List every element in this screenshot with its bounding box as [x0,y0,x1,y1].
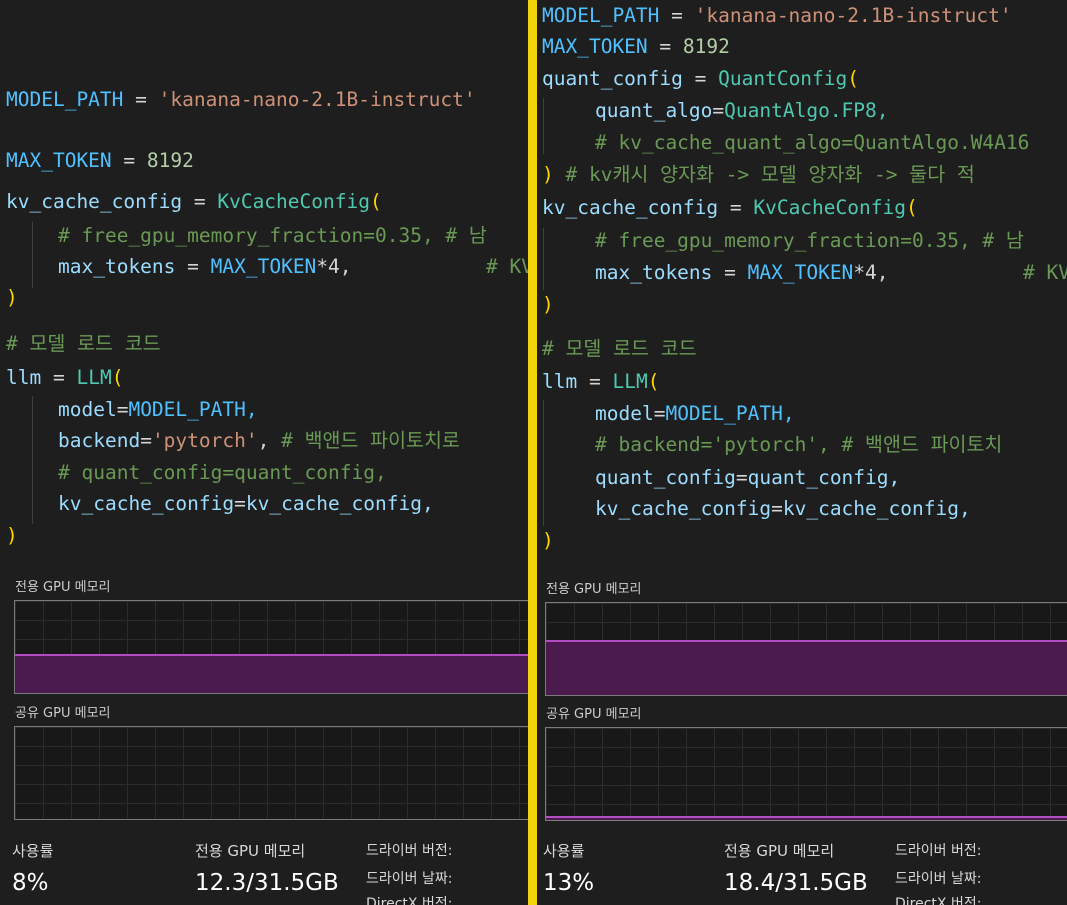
code-line-quant-arg: quant_config=quant_config, [595,466,901,489]
indent-guide [32,222,33,288]
driver-date-label: 드라이버 날짜: [895,871,982,887]
shared-gpu-memory-graph [14,726,528,820]
memory-fill [15,654,528,693]
indent-guide [543,228,544,290]
usage-label: 사용률 [12,842,54,860]
code-line-close-paren: ) [6,524,18,547]
code-line-model-path: MODEL_PATH = 'kanana-nano-2.1B-instruct' [6,88,476,111]
indent-guide [543,98,544,154]
code-line-close-paren: ) [6,286,18,309]
code-line-kv-config: kv_cache_config = KvCacheConfig( [542,196,918,219]
code-line-model-path: MODEL_PATH = 'kanana-nano-2.1B-instruct' [542,4,1012,27]
shared-gpu-memory-label: 공유 GPU 메모리 [15,706,111,721]
code-line-section-comment: # 모델 로드 코드 [542,337,697,360]
code-line-close-paren: ) [542,529,554,552]
code-line-quant-close: ) # kv캐시 양자화 -> 모델 양자화 -> 둘다 적 [542,163,975,186]
dedicated-gpu-memory-graph [545,602,1067,696]
left-panel: MODEL_PATH = 'kanana-nano-2.1B-instruct'… [0,0,528,905]
code-line-max-tokens: max_tokens = MAX_TOKEN*4, [595,261,889,284]
code-line-kv-comment: # free_gpu_memory_fraction=0.35, # 남 [58,224,487,247]
code-line-backend-comment: # backend='pytorch', # 백앤드 파이토치 [595,433,1003,456]
shared-gpu-memory-graph [545,727,1067,821]
driver-date-label: 드라이버 날짜: [366,871,453,887]
code-line-kv-arg: kv_cache_config=kv_cache_config, [58,492,434,515]
code-line-kv-comment: # free_gpu_memory_fraction=0.35, # 남 [595,229,1024,252]
dedicated-gpu-memory-label: 전용 GPU 메모리 [546,582,642,597]
code-line-kv-trailing-comment: # KV [1023,261,1067,284]
usage-value: 8% [12,870,49,896]
code-line-quant-algo: quant_algo=QuantAlgo.FP8, [595,99,889,122]
code-line-section-comment: # 모델 로드 코드 [6,332,161,355]
dedicated-memory-stat-value: 18.4/31.5GB [724,870,868,896]
code-line-backend-arg: backend='pytorch', # 백앤드 파이토치로 [58,429,460,452]
code-line-max-token: MAX_TOKEN = 8192 [6,149,194,172]
driver-version-label: 드라이버 버전: [895,843,982,859]
dedicated-memory-stat-label: 전용 GPU 메모리 [724,842,835,860]
comparison-divider [528,0,537,905]
shared-gpu-memory-label: 공유 GPU 메모리 [546,707,642,722]
code-line-llm: llm = LLM( [6,366,124,389]
dedicated-gpu-memory-label: 전용 GPU 메모리 [15,580,111,595]
code-line-kv-config: kv_cache_config = KvCacheConfig( [6,190,382,213]
dedicated-gpu-memory-graph [14,600,528,694]
dedicated-memory-stat-value: 12.3/31.5GB [195,870,339,896]
code-line-quant-comment: # quant_config=quant_config, [58,461,387,484]
code-line-model-arg: model=MODEL_PATH, [595,402,795,425]
code-line-quant-config: quant_config = QuantConfig( [542,67,860,90]
dedicated-memory-stat-label: 전용 GPU 메모리 [195,842,306,860]
memory-fill [546,816,1067,820]
indent-guide [543,400,544,526]
code-line-close-paren: ) [542,293,554,316]
code-line-max-token: MAX_TOKEN = 8192 [542,35,730,58]
right-panel: MODEL_PATH = 'kanana-nano-2.1B-instruct'… [537,0,1067,905]
memory-fill [546,639,1067,695]
code-line-kv-trailing-comment: # KV [486,255,528,278]
code-line-model-arg: model=MODEL_PATH, [58,398,258,421]
code-line-kv-quant-comment: # kv_cache_quant_algo=QuantAlgo.W4A16 [595,131,1030,154]
directx-version-label: DirectX 버전: [895,896,982,905]
driver-version-label: 드라이버 버전: [366,843,453,859]
usage-label: 사용률 [543,842,585,860]
code-line-llm: llm = LLM( [542,370,660,393]
code-line-max-tokens: max_tokens = MAX_TOKEN*4, [58,255,352,278]
directx-version-label: DirectX 버전: [366,896,453,905]
indent-guide [32,396,33,524]
usage-value: 13% [543,870,595,896]
code-line-kv-arg: kv_cache_config=kv_cache_config, [595,497,971,520]
